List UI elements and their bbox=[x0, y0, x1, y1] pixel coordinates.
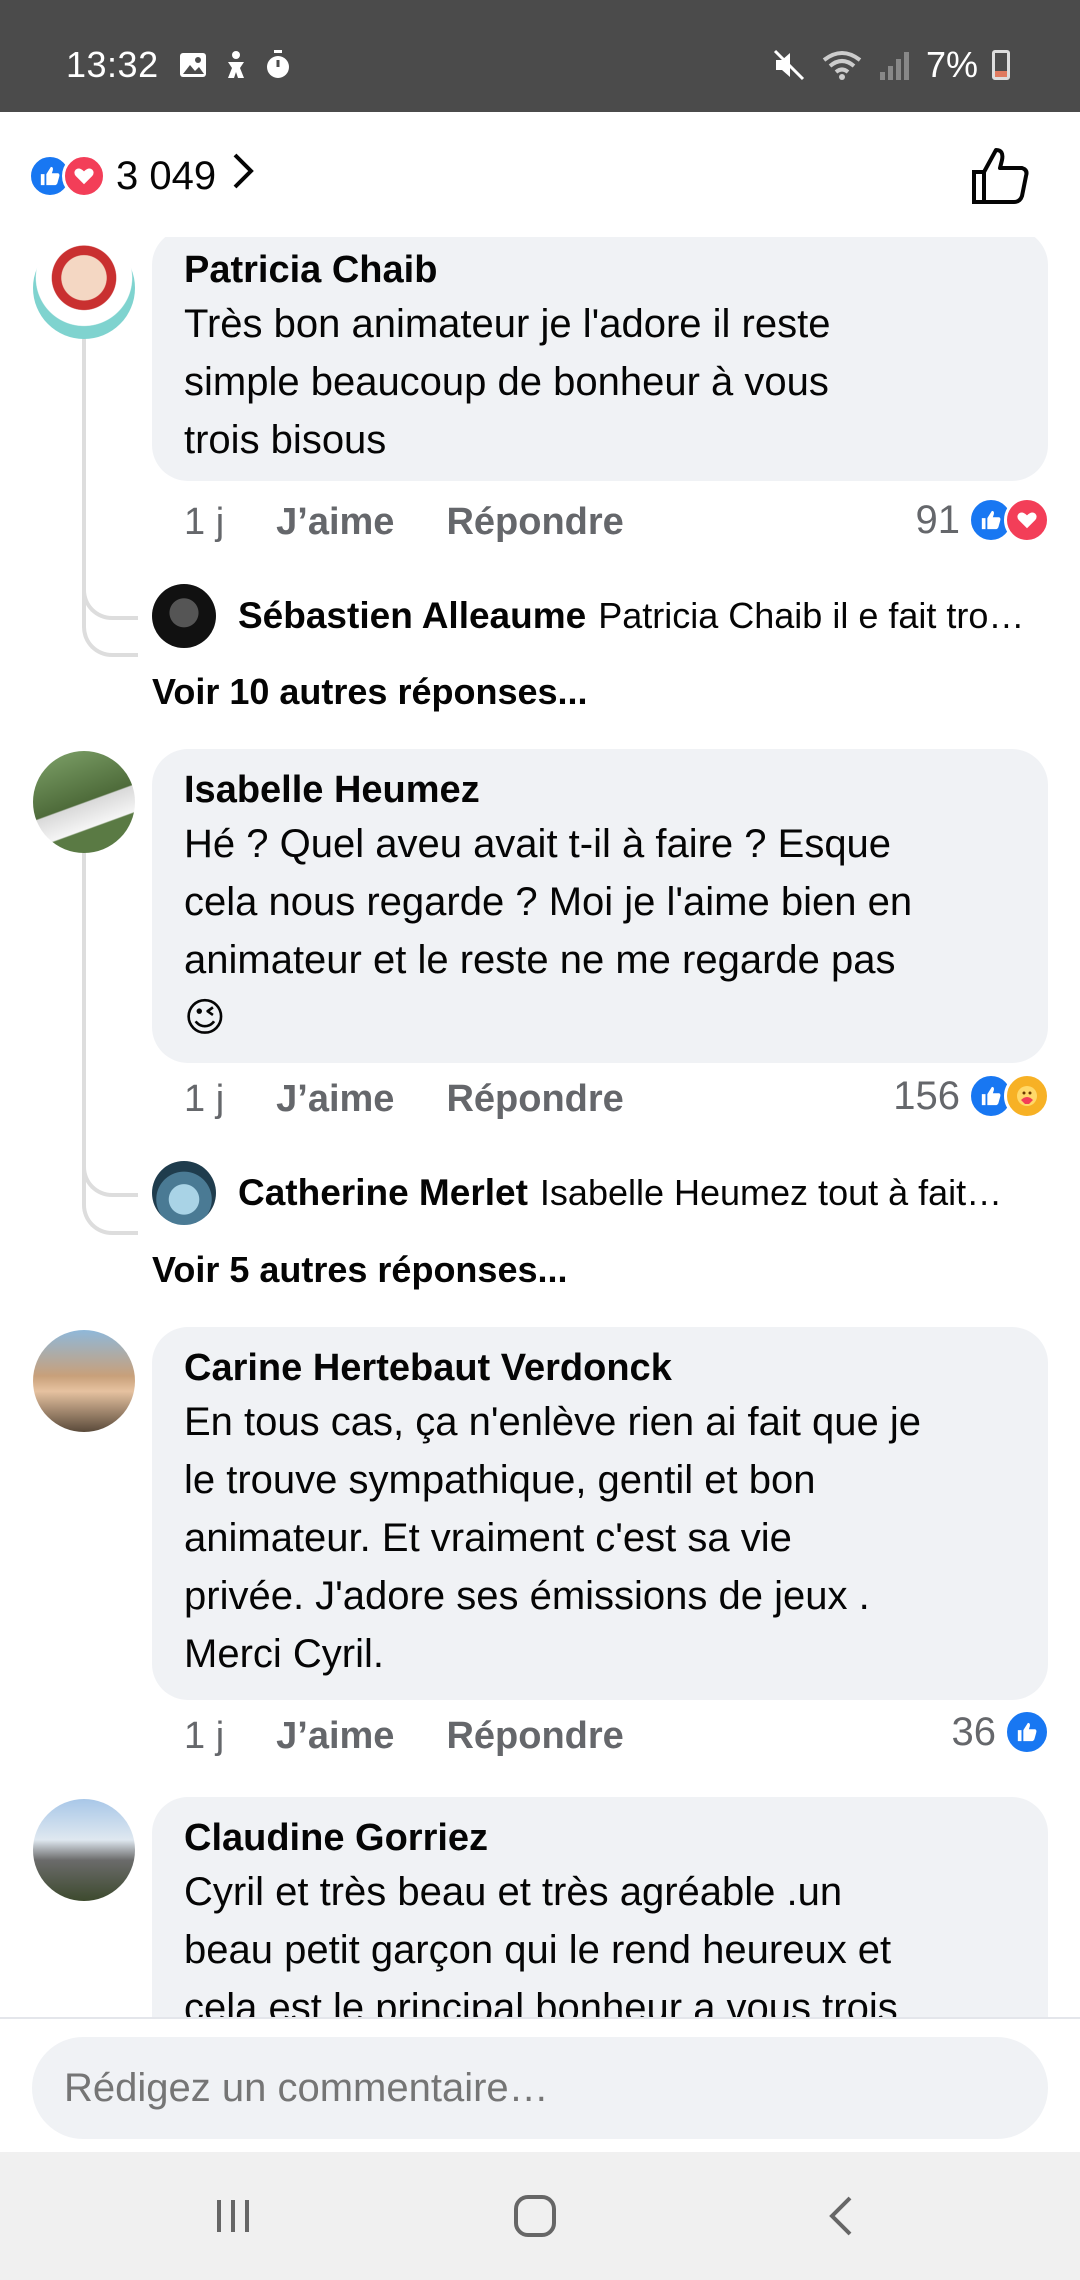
comment-author[interactable]: Isabelle Heumez bbox=[184, 765, 1018, 815]
comments-list[interactable]: Patricia Chaib Très bon animateur je l'a… bbox=[0, 237, 1080, 2017]
like-comment-button[interactable]: J’aime bbox=[276, 501, 394, 544]
recent-apps-icon bbox=[217, 2200, 249, 2232]
recent-apps-button[interactable] bbox=[203, 2186, 263, 2246]
comment-line: simple beaucoup de bonheur à vous bbox=[184, 360, 829, 404]
comment-line: trois bisous bbox=[184, 418, 387, 462]
accessibility-icon bbox=[228, 51, 244, 78]
reactions-header: 3 049 bbox=[0, 112, 1080, 237]
like-post-button[interactable] bbox=[968, 144, 1032, 208]
more-replies-link[interactable]: Voir 10 autres réponses... bbox=[152, 671, 588, 713]
wifi-icon bbox=[822, 51, 862, 80]
like-comment-button[interactable]: J’aime bbox=[276, 1715, 394, 1758]
thread-line bbox=[82, 849, 86, 1203]
love-reaction-icon bbox=[1004, 497, 1050, 543]
more-replies-link[interactable]: Voir 5 autres réponses... bbox=[152, 1249, 568, 1291]
mute-icon bbox=[773, 49, 805, 81]
comment-time: 1 j bbox=[184, 501, 225, 543]
avatar[interactable] bbox=[33, 1799, 135, 1901]
comment-reactions[interactable]: 36 bbox=[951, 1709, 1050, 1755]
image-icon bbox=[180, 53, 206, 77]
comment-reactions[interactable]: 156 bbox=[893, 1073, 1050, 1119]
battery-percentage: 7% bbox=[925, 44, 978, 85]
comment-line: Très bon animateur je l'adore il reste bbox=[184, 302, 831, 346]
reply-text: Isabelle Heumez tout à fait… bbox=[539, 1172, 1003, 1213]
reply-text: Patricia Chaib il e fait tro… bbox=[598, 595, 1025, 636]
comment-line: Cyril et très beau et très agréable .un bbox=[184, 1870, 843, 1914]
like-comment-button[interactable]: J’aime bbox=[276, 1078, 394, 1121]
reply-author[interactable]: Catherine Merlet bbox=[238, 1172, 528, 1214]
comment-time: 1 j bbox=[184, 1078, 225, 1120]
comment-line: cela nous regarde ? Moi je l'aime bien e… bbox=[184, 880, 913, 924]
like-reaction-icon bbox=[1004, 1709, 1050, 1755]
comment-meta: 1 j J’aime Répondre bbox=[184, 501, 624, 544]
thread-branch bbox=[82, 1187, 138, 1235]
comment-author[interactable]: Claudine Gorriez bbox=[184, 1813, 1018, 1863]
comment-author[interactable]: Patricia Chaib bbox=[184, 245, 1018, 295]
reply-avatar[interactable] bbox=[152, 1161, 216, 1225]
comment-line: animateur et le reste ne me regarde pas bbox=[184, 938, 896, 982]
system-nav-bar bbox=[0, 2152, 1080, 2280]
comment-reaction-count: 91 bbox=[915, 497, 961, 542]
timer-icon bbox=[267, 50, 289, 78]
comment-meta: 1 j J’aime Répondre bbox=[184, 1715, 624, 1758]
wink-emoji: 😉 bbox=[184, 996, 226, 1040]
comment-reaction-count: 36 bbox=[951, 1709, 997, 1754]
avatar[interactable] bbox=[33, 237, 135, 339]
battery-icon bbox=[992, 50, 1010, 80]
comment-line: cela est le principal bonheur a vous tro… bbox=[184, 1986, 898, 2017]
comment-line: Hé ? Quel aveu avait t-il à faire ? Esqu… bbox=[184, 822, 892, 866]
thread-line bbox=[82, 327, 86, 607]
comment-bubble[interactable]: Patricia Chaib Très bon animateur je l'a… bbox=[152, 237, 1048, 481]
comment-composer bbox=[0, 2017, 1080, 2152]
clock: 13:32 bbox=[66, 44, 159, 85]
avatar[interactable] bbox=[33, 751, 135, 853]
home-button[interactable] bbox=[505, 2186, 565, 2246]
comment-line: animateur. Et vraiment c'est sa vie bbox=[184, 1516, 792, 1560]
love-reaction-icon bbox=[62, 154, 106, 198]
reply-button[interactable]: Répondre bbox=[446, 1078, 623, 1121]
care-reaction-icon bbox=[1004, 1073, 1050, 1119]
chevron-right-icon bbox=[232, 152, 254, 200]
reaction-count: 3 049 bbox=[116, 153, 217, 198]
comment-line: Merci Cyril. bbox=[184, 1632, 384, 1676]
back-icon bbox=[829, 2196, 852, 2236]
thread-branch bbox=[82, 607, 138, 657]
comment-input[interactable] bbox=[32, 2037, 1048, 2139]
comment-line: En tous cas, ça n'enlève rien ai fait qu… bbox=[184, 1400, 921, 1444]
comment-author[interactable]: Carine Hertebaut Verdonck bbox=[184, 1343, 1018, 1393]
comment-line: le trouve sympathique, gentil et bon bbox=[184, 1458, 816, 1502]
thumbs-up-icon bbox=[972, 148, 1029, 204]
comment-line: privée. J'adore ses émissions de jeux . bbox=[184, 1574, 870, 1618]
comment-time: 1 j bbox=[184, 1715, 225, 1757]
reply-avatar[interactable] bbox=[152, 584, 216, 648]
avatar[interactable] bbox=[33, 1330, 135, 1432]
comment-reaction-count: 156 bbox=[893, 1073, 960, 1118]
reactions-summary[interactable]: 3 049 bbox=[28, 152, 254, 200]
comment-meta: 1 j J’aime Répondre bbox=[184, 1078, 624, 1121]
home-icon bbox=[514, 2195, 556, 2237]
reply-button[interactable]: Répondre bbox=[446, 1715, 623, 1758]
comment-bubble[interactable]: Carine Hertebaut Verdonck En tous cas, ç… bbox=[152, 1327, 1048, 1700]
reply-author[interactable]: Sébastien Alleaume bbox=[238, 595, 586, 637]
reply-preview[interactable]: Sébastien Alleaume Patricia Chaib il e f… bbox=[152, 584, 1024, 648]
back-button[interactable] bbox=[810, 2186, 870, 2246]
comment-bubble[interactable]: Claudine Gorriez Cyril et très beau et t… bbox=[152, 1797, 1048, 2017]
reply-button[interactable]: Répondre bbox=[446, 501, 623, 544]
comment-reactions[interactable]: 91 bbox=[915, 497, 1050, 543]
status-bar: 13:32 7% bbox=[0, 0, 1080, 112]
comment-bubble[interactable]: Isabelle Heumez Hé ? Quel aveu avait t-i… bbox=[152, 749, 1048, 1063]
reply-preview[interactable]: Catherine Merlet Isabelle Heumez tout à … bbox=[152, 1161, 1002, 1225]
signal-icon bbox=[879, 52, 909, 80]
comment-line: beau petit garçon qui le rend heureux et bbox=[184, 1928, 892, 1972]
